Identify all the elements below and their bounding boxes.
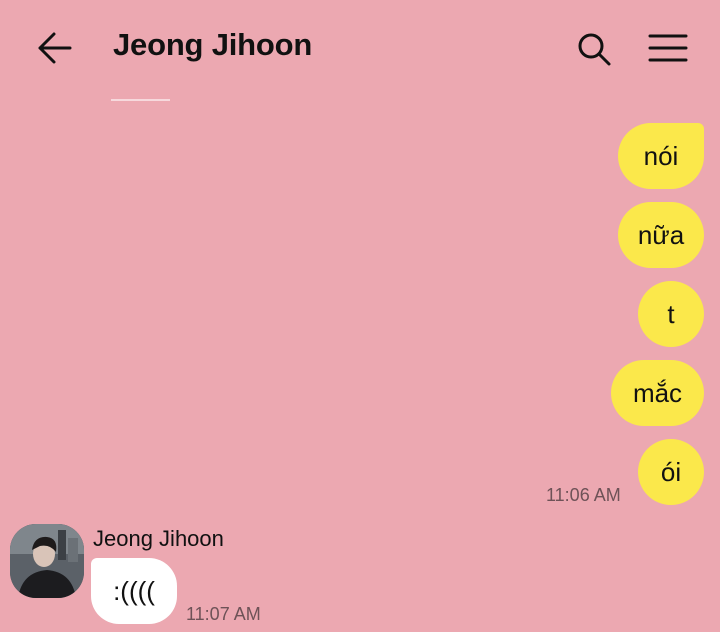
outgoing-message[interactable]: mắc (611, 360, 704, 426)
outgoing-message[interactable]: t (638, 281, 704, 347)
incoming-message[interactable]: :(((( (91, 558, 177, 624)
message-text: :(((( (113, 575, 155, 606)
back-button[interactable] (36, 30, 76, 66)
message-text: ói (660, 456, 682, 487)
chat-header: Jeong Jihoon (0, 0, 720, 101)
menu-button[interactable] (648, 32, 688, 64)
profile-photo-icon (10, 524, 84, 598)
arrow-left-icon (38, 32, 72, 64)
sender-name: Jeong Jihoon (93, 526, 224, 551)
outgoing-message[interactable]: nữa (618, 202, 704, 268)
title-underline (111, 99, 170, 101)
message-text: nói (643, 140, 679, 171)
message-text: mắc (632, 377, 683, 408)
outgoing-message[interactable]: nói (618, 123, 704, 189)
message-timestamp: 11:07 AM (186, 604, 261, 624)
hamburger-menu-icon (648, 34, 688, 62)
avatar[interactable] (10, 524, 84, 598)
chat-title: Jeong Jihoon (113, 27, 313, 62)
message-timestamp: 11:06 AM (546, 485, 621, 505)
message-text: t (667, 298, 675, 329)
outgoing-message[interactable]: ói (638, 439, 704, 505)
search-button[interactable] (575, 30, 613, 68)
search-icon (578, 33, 611, 66)
message-text: nữa (637, 219, 685, 250)
